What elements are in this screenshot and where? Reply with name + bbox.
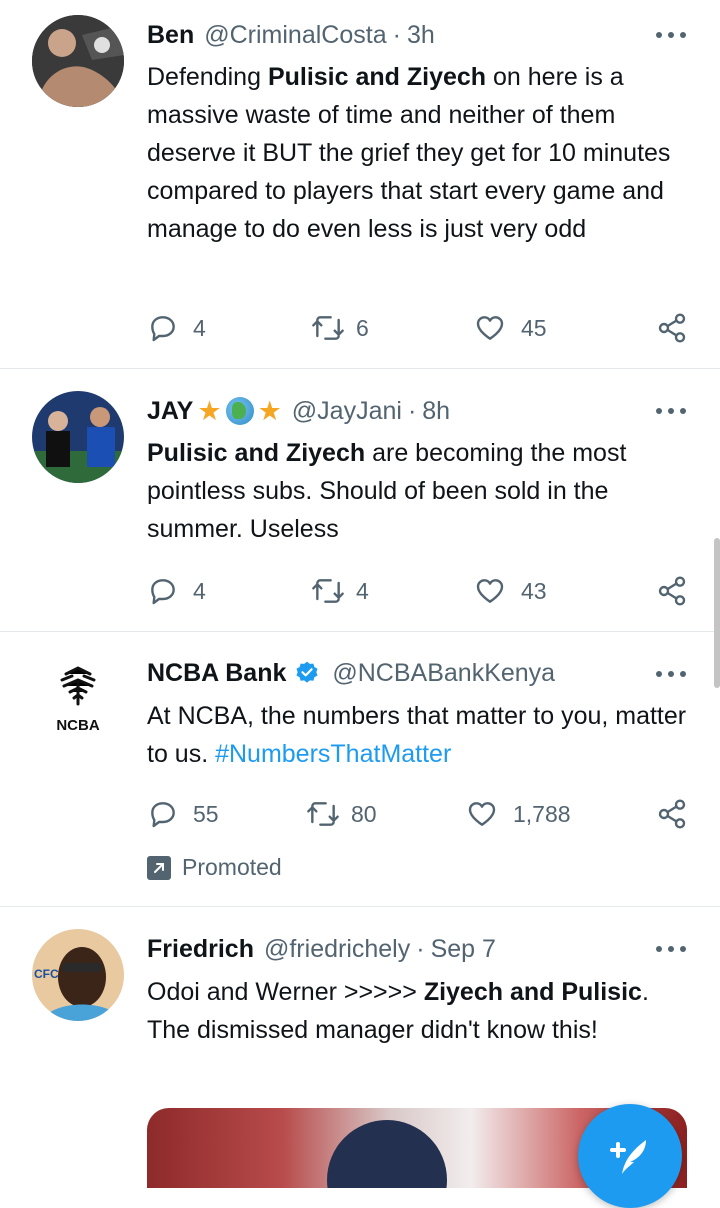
- retweet-count: 6: [356, 314, 369, 341]
- share-button[interactable]: [655, 798, 689, 830]
- avatar[interactable]: NCBA: [32, 654, 124, 746]
- like-count: 1,788: [513, 800, 571, 827]
- more-icon[interactable]: [656, 669, 686, 679]
- hashtag-link[interactable]: #NumbersThatMatter: [215, 740, 451, 768]
- share-icon: [658, 799, 686, 829]
- retweet-count: 80: [351, 800, 377, 827]
- promoted-text: Promoted: [182, 854, 282, 880]
- promoted-label: Promoted: [147, 854, 282, 881]
- compose-icon: [610, 1140, 646, 1174]
- display-name[interactable]: Ben: [147, 20, 194, 50]
- avatar[interactable]: CFC: [32, 929, 124, 1021]
- tweet-header: NCBA Bank @NCBABankKenya: [147, 658, 555, 688]
- reply-icon: [151, 579, 175, 605]
- tweet-header: JAY ★ ★ @JayJani · 8h: [147, 396, 450, 426]
- like-icon: [476, 579, 504, 603]
- display-name[interactable]: NCBA Bank: [147, 658, 286, 688]
- retweet-button[interactable]: 4: [310, 575, 369, 607]
- retweet-button[interactable]: 6: [310, 312, 369, 344]
- separator-dot: ·: [407, 397, 417, 425]
- user-handle[interactable]: @JayJani: [292, 396, 402, 426]
- retweet-icon: [312, 579, 344, 603]
- globe-emoji-icon: [225, 397, 254, 425]
- separator-dot: ·: [392, 21, 401, 49]
- user-handle[interactable]: @CriminalCosta: [204, 20, 386, 50]
- timestamp[interactable]: 8h: [422, 396, 450, 426]
- retweet-button[interactable]: 80: [305, 798, 377, 830]
- user-handle[interactable]: @NCBABankKenya: [332, 658, 555, 688]
- tweet-ben[interactable]: Ben @CriminalCosta · 3h Defending Pulisi…: [0, 0, 720, 368]
- tweet-text: At NCBA, the numbers that matter to you,…: [147, 702, 687, 768]
- reply-button[interactable]: 4: [147, 312, 206, 344]
- scrollbar[interactable]: [714, 538, 720, 688]
- tweet-header: Friedrich @friedrichely · Sep 7: [147, 934, 496, 964]
- display-name[interactable]: Friedrich: [147, 934, 254, 964]
- reply-button[interactable]: 55: [147, 798, 219, 830]
- more-icon[interactable]: [656, 406, 686, 416]
- like-count: 43: [521, 577, 547, 604]
- star-emoji-icon: ★: [257, 396, 282, 426]
- ncba-logo-text: NCBA: [56, 717, 99, 734]
- verified-icon: [296, 661, 318, 683]
- tweet-actions: 4 6 45: [147, 312, 692, 344]
- like-count: 45: [521, 314, 547, 341]
- reply-icon: [151, 802, 175, 828]
- tweet-actions: 55 80 1,788: [147, 798, 692, 830]
- share-button[interactable]: [655, 575, 689, 607]
- media-figure: [327, 1120, 447, 1188]
- separator-dot: ·: [416, 935, 425, 963]
- like-button[interactable]: 43: [473, 575, 547, 607]
- user-handle[interactable]: @friedrichely: [264, 934, 410, 964]
- retweet-count: 4: [356, 577, 369, 604]
- tweet-ncba-promoted[interactable]: NCBA NCBA Bank @NCBABankKenya At NCBA, t…: [0, 632, 720, 906]
- tweet-text: Pulisic and Ziyech are becoming the most…: [147, 439, 627, 543]
- timestamp[interactable]: Sep 7: [431, 934, 496, 964]
- avatar[interactable]: [32, 15, 124, 107]
- share-button[interactable]: [655, 312, 689, 344]
- reply-icon: [151, 316, 175, 342]
- compose-tweet-button[interactable]: [578, 1104, 682, 1208]
- star-emoji-icon: ★: [197, 396, 222, 426]
- reply-count: 55: [193, 800, 219, 827]
- like-icon: [476, 316, 504, 340]
- share-icon: [658, 313, 686, 343]
- tweet-text: Defending Pulisic and Ziyech on here is …: [147, 63, 671, 243]
- tweet-jay[interactable]: JAY ★ ★ @JayJani · 8h Pulisic and Ziyech…: [0, 369, 720, 631]
- like-icon: [468, 802, 496, 826]
- cfc-badge: CFC: [34, 967, 59, 981]
- tweet-header: Ben @CriminalCosta · 3h: [147, 20, 435, 50]
- share-icon: [658, 576, 686, 606]
- avatar[interactable]: [32, 391, 124, 483]
- promoted-icon: [147, 855, 171, 880]
- tweet-actions: 4 4 43: [147, 575, 692, 607]
- retweet-icon: [307, 802, 339, 826]
- reply-count: 4: [193, 577, 206, 604]
- like-button[interactable]: 45: [473, 312, 547, 344]
- reply-count: 4: [193, 314, 206, 341]
- timestamp[interactable]: 3h: [407, 20, 435, 50]
- like-button[interactable]: 1,788: [465, 798, 571, 830]
- reply-button[interactable]: 4: [147, 575, 206, 607]
- more-icon[interactable]: [656, 30, 686, 40]
- retweet-icon: [312, 316, 344, 340]
- display-name[interactable]: JAY: [147, 396, 193, 426]
- more-icon[interactable]: [656, 944, 686, 954]
- tweet-text: Odoi and Werner >>>>> Ziyech and Pulisic…: [147, 978, 649, 1044]
